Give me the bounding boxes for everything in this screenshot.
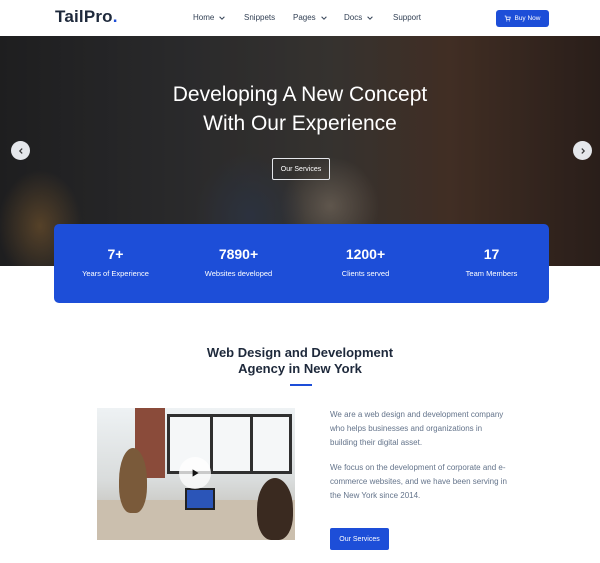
hero-title-line2: With Our Experience xyxy=(203,112,397,135)
chevron-down-icon xyxy=(219,15,226,20)
stats-panel: 7+ Years of Experience 7890+ Websites de… xyxy=(54,224,549,303)
section-title: Web Design and Development Agency in New… xyxy=(0,345,600,377)
nav-support[interactable]: Support xyxy=(393,13,421,22)
hero-services-label: Our Services xyxy=(280,165,322,173)
section-title-line1: Web Design and Development xyxy=(206,345,394,360)
about-services-label: Our Services xyxy=(339,535,380,543)
nav-snippets-label: Snippets xyxy=(244,13,276,22)
play-icon xyxy=(192,469,199,477)
about-services-button[interactable]: Our Services xyxy=(330,528,389,550)
stat-label: Websites developed xyxy=(204,269,273,278)
nav-home-label: Home xyxy=(193,13,215,22)
photo-person xyxy=(119,448,147,513)
chevron-left-icon xyxy=(18,147,23,154)
stat-value: 1200+ xyxy=(345,246,386,262)
hero-title: Developing A New Concept With Our Experi… xyxy=(0,80,600,138)
buy-now-button[interactable]: Buy Now xyxy=(496,10,549,27)
stat-label: Years of Experience xyxy=(82,269,149,278)
about-paragraph: We are a web design and development comp… xyxy=(330,410,504,447)
nav-docs-label: Docs xyxy=(344,13,363,22)
slider-prev-button[interactable] xyxy=(11,141,30,160)
stat-label: Clients served xyxy=(341,269,390,278)
hero-services-button[interactable]: Our Services xyxy=(272,158,330,180)
chevron-down-icon xyxy=(320,15,327,20)
stat-item: 7+ Years of Experience xyxy=(54,246,177,278)
section-title-line2: Agency in New York xyxy=(238,361,362,376)
stat-value: 17 xyxy=(483,246,500,262)
play-video-button[interactable] xyxy=(179,457,211,489)
nav-home[interactable]: Home xyxy=(193,13,226,22)
chevron-down-icon xyxy=(367,15,374,20)
nav-support-label: Support xyxy=(393,13,422,22)
stat-item: 7890+ Websites developed xyxy=(177,246,300,278)
nav-pages-label: Pages xyxy=(293,13,316,22)
hero-title-line1: Developing A New Concept xyxy=(172,83,428,106)
about-paragraph: We focus on the development of corporate… xyxy=(330,463,507,500)
stat-value: 7+ xyxy=(107,246,124,262)
buy-now-label: Buy Now xyxy=(514,15,541,22)
chevron-right-icon xyxy=(580,147,585,154)
slider-next-button[interactable] xyxy=(573,141,592,160)
logo-dot: . xyxy=(112,7,118,26)
logo[interactable]: TailPro. xyxy=(55,7,118,27)
stat-value: 7890+ xyxy=(218,246,259,262)
nav-docs[interactable]: Docs xyxy=(344,13,374,22)
photo-person xyxy=(257,478,293,540)
site-header: TailPro. Home Snippets Pages Docs Suppor… xyxy=(0,0,600,36)
cart-icon xyxy=(505,15,512,22)
stat-label: Team Members xyxy=(465,269,518,278)
stat-item: 17 Team Members xyxy=(430,246,553,278)
stat-item: 1200+ Clients served xyxy=(304,246,427,278)
nav-pages[interactable]: Pages xyxy=(293,13,328,22)
photo-monitor xyxy=(185,488,215,510)
logo-text: TailPro xyxy=(55,7,113,26)
nav-snippets[interactable]: Snippets xyxy=(244,13,275,22)
title-underline xyxy=(290,384,312,386)
